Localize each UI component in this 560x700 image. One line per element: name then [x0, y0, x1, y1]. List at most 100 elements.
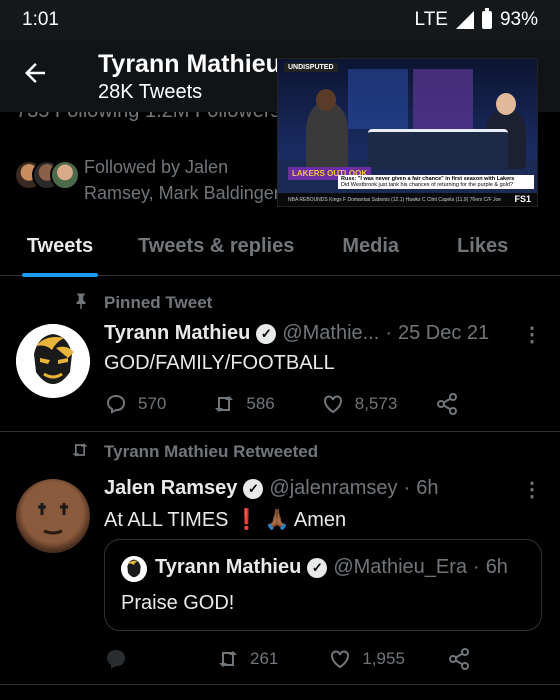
- tweet-text-main: At ALL TIMES: [104, 509, 229, 531]
- pip-video[interactable]: UNDISPUTED LAKERS OUTLOOK Russ: "I was n…: [277, 58, 538, 207]
- tweet-count: 28K Tweets: [98, 81, 203, 103]
- tweet-time[interactable]: 25 Dec 21: [398, 322, 489, 345]
- pip-screen: [348, 69, 408, 129]
- retweet-icon: [66, 440, 90, 465]
- pip-host-head: [316, 89, 336, 111]
- avatar-illustration: [121, 556, 147, 582]
- reply-button[interactable]: 570: [104, 392, 166, 416]
- like-button[interactable]: 8,573: [321, 392, 398, 416]
- tweet-text-end: Amen: [293, 509, 347, 531]
- more-vertical-icon: ⋮: [522, 324, 542, 346]
- separator-dot: ·: [403, 477, 411, 499]
- tweet-header: Jalen Ramsey ✓ @jalenramsey · 6h: [104, 477, 438, 500]
- tweet-card[interactable]: Tyrann Mathieu Retweeted Jalen Ramsey ✓ …: [0, 433, 560, 685]
- tab-likes[interactable]: Likes: [457, 218, 508, 276]
- tab-tweets-replies[interactable]: Tweets & replies: [138, 218, 294, 276]
- retweeted-label: Tyrann Mathieu Retweeted: [66, 441, 318, 463]
- header-name: Tyrann Mathieu: [98, 50, 281, 78]
- status-bar: 1:01 LTE 93%: [0, 0, 560, 40]
- like-count: 1,955: [362, 649, 405, 668]
- praying-hands-emoji: 🙏🏾: [264, 509, 290, 531]
- avatar-illustration: [16, 324, 90, 398]
- retweet-button[interactable]: 261: [216, 647, 278, 671]
- tweet-actions: 570 586 8,573: [104, 390, 459, 418]
- tab-media[interactable]: Media: [342, 218, 399, 276]
- retweet-icon: [219, 651, 237, 667]
- separator-dot: ·: [385, 322, 392, 344]
- pip-ticker-sub: Did Westbrook just tank his chances of r…: [341, 182, 514, 188]
- status-icons: LTE 93%: [414, 8, 538, 31]
- pip-desk: [368, 129, 508, 169]
- more-vertical-icon: ⋮: [522, 479, 542, 501]
- retweet-icon: [215, 396, 234, 412]
- followed-by-text: Followed by Jalen Ramsey, Mark Baldinger…: [84, 157, 284, 203]
- more-options-button[interactable]: ⋮: [522, 477, 542, 502]
- pip-bottom-bar: NBA REBOUNDS Kings F Domantas Sabonis (1…: [278, 193, 537, 206]
- tweet-header: Tyrann Mathieu ✓ @Mathie... · 25 Dec 21: [104, 322, 489, 345]
- tab-tweets[interactable]: Tweets: [22, 218, 98, 277]
- reply-icon: [106, 649, 126, 669]
- like-button[interactable]: 1,955: [328, 647, 405, 671]
- network-label: LTE: [414, 9, 448, 30]
- author-name[interactable]: Jalen Ramsey: [104, 477, 237, 500]
- profile-stats: 735 Following 1.2M Followers: [16, 112, 286, 130]
- tweet-actions: 261 1,955: [104, 645, 471, 673]
- reply-count: 570: [138, 394, 167, 413]
- share-icon: [448, 648, 469, 670]
- pip-ticker: Russ: "I was never given a fair chance" …: [338, 175, 534, 189]
- like-count: 8,573: [354, 394, 398, 413]
- share-button[interactable]: [447, 647, 471, 671]
- tweet-text: GOD/FAMILY/FOOTBALL: [104, 352, 335, 374]
- quote-avatar: [121, 556, 147, 582]
- quote-text: Praise GOD!: [121, 592, 235, 614]
- followed-by[interactable]: Followed by Jalen Ramsey, Mark Baldinger…: [14, 150, 284, 206]
- share-button[interactable]: [435, 392, 459, 416]
- pip-channel-logo: FS1: [514, 194, 531, 204]
- author-handle[interactable]: @Mathie...: [282, 322, 379, 345]
- arrow-left-icon: [25, 63, 45, 83]
- avatar-face: [38, 503, 68, 535]
- pin-icon: [66, 292, 90, 315]
- tweet-time[interactable]: 6h: [416, 477, 438, 500]
- quote-header: Tyrann Mathieu ✓ @Mathieu_Era · 6h: [155, 556, 508, 579]
- retweet-count: 261: [250, 649, 279, 668]
- pip-screen: [413, 69, 473, 129]
- heart-icon: [323, 395, 342, 414]
- separator-dot: ·: [473, 556, 480, 578]
- battery-icon: [481, 8, 492, 29]
- retweeted-label-text: Tyrann Mathieu Retweeted: [104, 442, 319, 461]
- avatar[interactable]: [16, 324, 90, 398]
- verified-badge-icon: ✓: [256, 323, 277, 344]
- battery-level: 93%: [499, 9, 538, 30]
- heart-icon: [331, 650, 350, 669]
- author-handle[interactable]: @jalenramsey: [269, 477, 397, 500]
- tweet-card[interactable]: Pinned Tweet Tyrann Mathieu ✓ @Mathie...…: [0, 284, 560, 432]
- back-button[interactable]: [20, 58, 60, 94]
- status-time: 1:01: [22, 9, 59, 30]
- signal-icon: [455, 11, 474, 29]
- verified-badge-icon: ✓: [243, 478, 264, 499]
- tweet-text: At ALL TIMES ❗ 🙏🏾 Amen: [104, 507, 346, 532]
- pip-host: [306, 103, 348, 173]
- avatar[interactable]: [16, 479, 90, 553]
- profile-tabs: Tweets Tweets & replies Media Likes: [0, 218, 560, 277]
- reply-button[interactable]: [104, 647, 138, 671]
- retweet-count: 586: [246, 394, 275, 413]
- quote-author-name: Tyrann Mathieu: [155, 556, 302, 578]
- quote-author-handle: @Mathieu_Era: [333, 556, 468, 578]
- verified-badge-icon: ✓: [307, 557, 328, 578]
- profile-stats-text: 735 Following 1.2M Followers: [16, 112, 286, 123]
- share-icon: [437, 393, 458, 415]
- quote-time: 6h: [485, 556, 508, 578]
- author-name[interactable]: Tyrann Mathieu: [104, 322, 250, 345]
- follower-avatar: [50, 160, 80, 190]
- pinned-label: Pinned Tweet: [66, 292, 212, 314]
- more-options-button[interactable]: ⋮: [522, 322, 542, 347]
- reply-icon: [106, 394, 126, 414]
- pip-host-head: [496, 93, 516, 115]
- retweet-button[interactable]: 586: [212, 392, 275, 416]
- pip-show-tag: UNDISPUTED: [284, 63, 338, 72]
- exclamation-emoji: ❗: [234, 509, 259, 531]
- quoted-tweet[interactable]: Tyrann Mathieu ✓ @Mathieu_Era · 6h Prais…: [104, 539, 542, 631]
- pinned-label-text: Pinned Tweet: [104, 293, 213, 312]
